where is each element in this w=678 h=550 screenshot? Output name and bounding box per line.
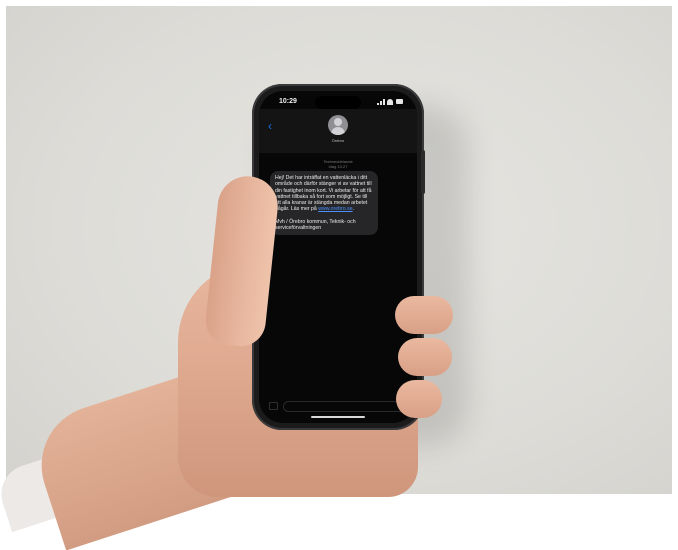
- phone-screen: 10:29 ‹ Örebro Textmeddelande Idag 10:27…: [259, 91, 417, 423]
- status-time: 10:29: [279, 98, 297, 105]
- photo-frame: 10:29 ‹ Örebro Textmeddelande Idag 10:27…: [0, 0, 678, 550]
- home-indicator[interactable]: [311, 416, 365, 418]
- message-input[interactable]: [283, 401, 407, 412]
- signal-icon: [383, 99, 385, 105]
- date-label-line2: Idag 10:27: [328, 164, 348, 169]
- status-icons: [377, 99, 403, 105]
- message-date-label: Textmeddelande Idag 10:27: [259, 159, 417, 169]
- message-text-end: .: [352, 206, 355, 213]
- avatar-body: [331, 127, 345, 135]
- camera-icon[interactable]: [269, 402, 278, 410]
- message-link[interactable]: www.orebro.se: [318, 206, 352, 212]
- battery-icon: [396, 99, 403, 104]
- message-paragraph: Hej! Det har inträffat en vattenläcka i …: [275, 175, 373, 213]
- message-signature: Mvh / Örebro kommun, Teknik- och service…: [275, 218, 356, 232]
- finger: [395, 296, 453, 334]
- contact-name[interactable]: Örebro: [259, 138, 417, 143]
- conversation-header: ‹ Örebro: [259, 109, 417, 153]
- chevron-left-icon[interactable]: ‹: [268, 120, 272, 132]
- finger: [396, 380, 442, 418]
- message-bubble[interactable]: Hej! Det har inträffat en vattenläcka i …: [270, 171, 378, 236]
- finger: [398, 338, 452, 376]
- signal-icon: [380, 101, 382, 105]
- dynamic-island: [315, 96, 361, 109]
- person-avatar-icon[interactable]: [328, 115, 348, 135]
- wifi-icon: [387, 99, 393, 105]
- smartphone: 10:29 ‹ Örebro Textmeddelande Idag 10:27…: [252, 84, 424, 430]
- side-button: [421, 150, 425, 194]
- signal-icon: [377, 103, 379, 105]
- avatar-head: [334, 118, 342, 126]
